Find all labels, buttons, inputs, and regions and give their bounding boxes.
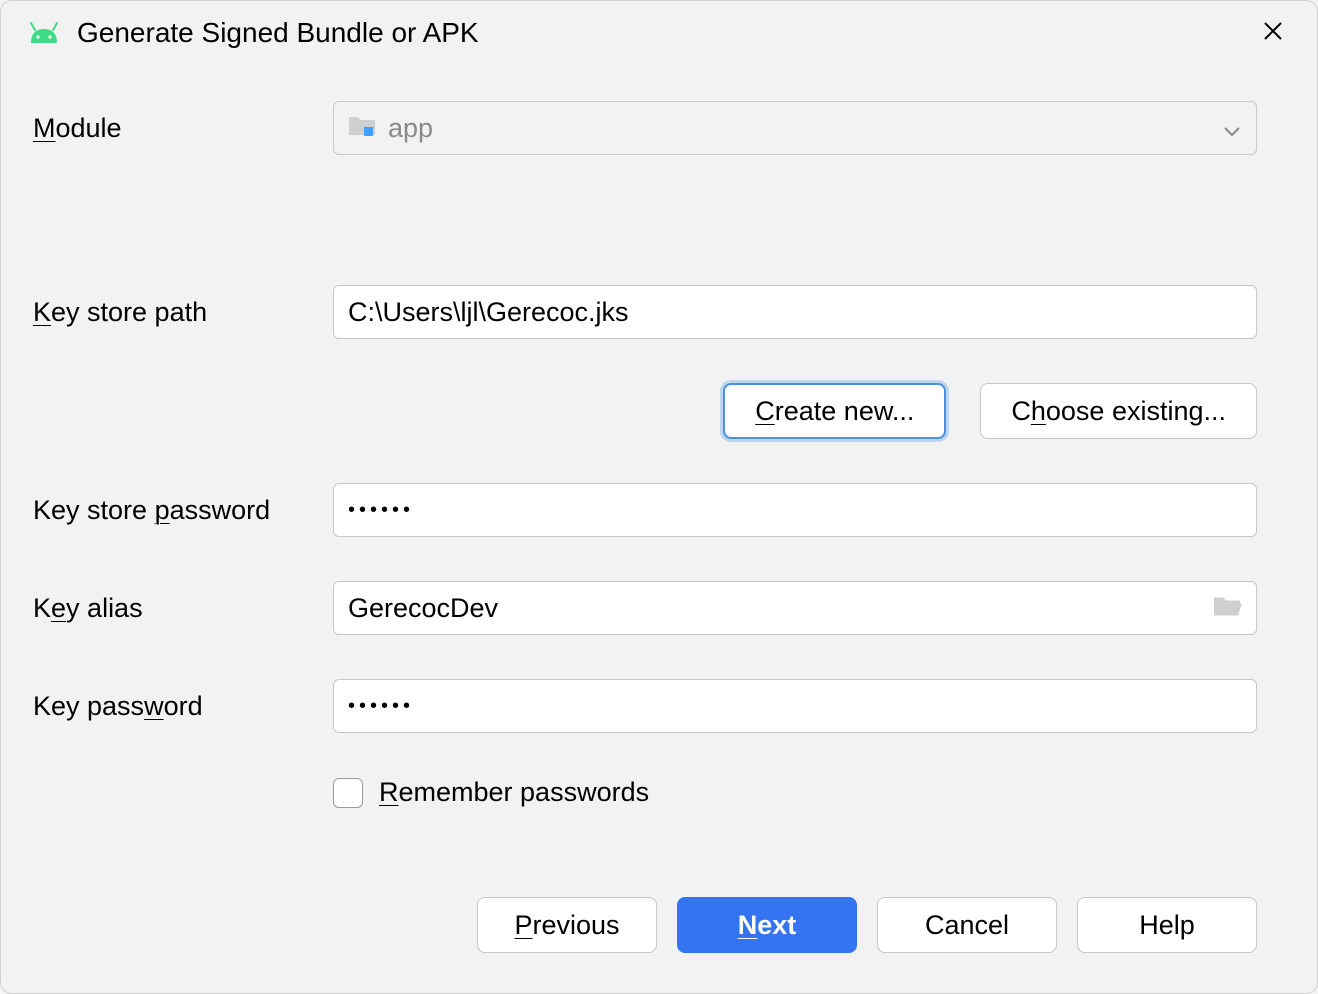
- remember-passwords-label: Remember passwords: [379, 777, 649, 808]
- dialog-footer: Previous Next Cancel Help: [1, 897, 1317, 993]
- next-button[interactable]: Next: [677, 897, 857, 953]
- keystore-password-input[interactable]: [333, 483, 1257, 537]
- keystore-password-row: Key store password: [33, 483, 1257, 537]
- module-label: Module: [33, 113, 333, 144]
- choose-existing-button[interactable]: Choose existing...: [980, 383, 1257, 439]
- close-button[interactable]: [1255, 15, 1291, 51]
- key-password-row: Key password: [33, 679, 1257, 733]
- module-selected-value: app: [388, 113, 433, 144]
- key-alias-input[interactable]: [333, 581, 1257, 635]
- titlebar: Generate Signed Bundle or APK: [1, 1, 1317, 65]
- keystore-path-input[interactable]: [333, 285, 1257, 339]
- key-alias-label: Key alias: [33, 593, 333, 624]
- previous-button[interactable]: Previous: [477, 897, 657, 953]
- close-icon: [1262, 17, 1284, 49]
- dialog-title: Generate Signed Bundle or APK: [77, 17, 1239, 49]
- keystore-path-label: Key store path: [33, 297, 333, 328]
- remember-passwords-row: Remember passwords: [33, 777, 1257, 808]
- folder-open-icon[interactable]: [1213, 594, 1243, 623]
- module-row: Module app: [33, 101, 1257, 155]
- key-alias-row: Key alias: [33, 581, 1257, 635]
- key-password-label: Key password: [33, 691, 333, 722]
- create-new-button[interactable]: Create new...: [723, 383, 946, 439]
- help-button[interactable]: Help: [1077, 897, 1257, 953]
- keystore-password-label: Key store password: [33, 495, 333, 526]
- key-password-input[interactable]: [333, 679, 1257, 733]
- generate-signed-bundle-dialog: Generate Signed Bundle or APK Module: [0, 0, 1318, 994]
- android-icon: [27, 21, 61, 45]
- module-select[interactable]: app: [333, 101, 1257, 155]
- chevron-down-icon: [1224, 113, 1240, 144]
- keystore-path-row: Key store path: [33, 285, 1257, 339]
- remember-passwords-checkbox[interactable]: [333, 778, 363, 808]
- module-folder-icon: [348, 113, 376, 144]
- cancel-button[interactable]: Cancel: [877, 897, 1057, 953]
- dialog-body: Module app Key store path Create new...: [1, 65, 1317, 897]
- keystore-buttons-row: Create new... Choose existing...: [33, 383, 1257, 439]
